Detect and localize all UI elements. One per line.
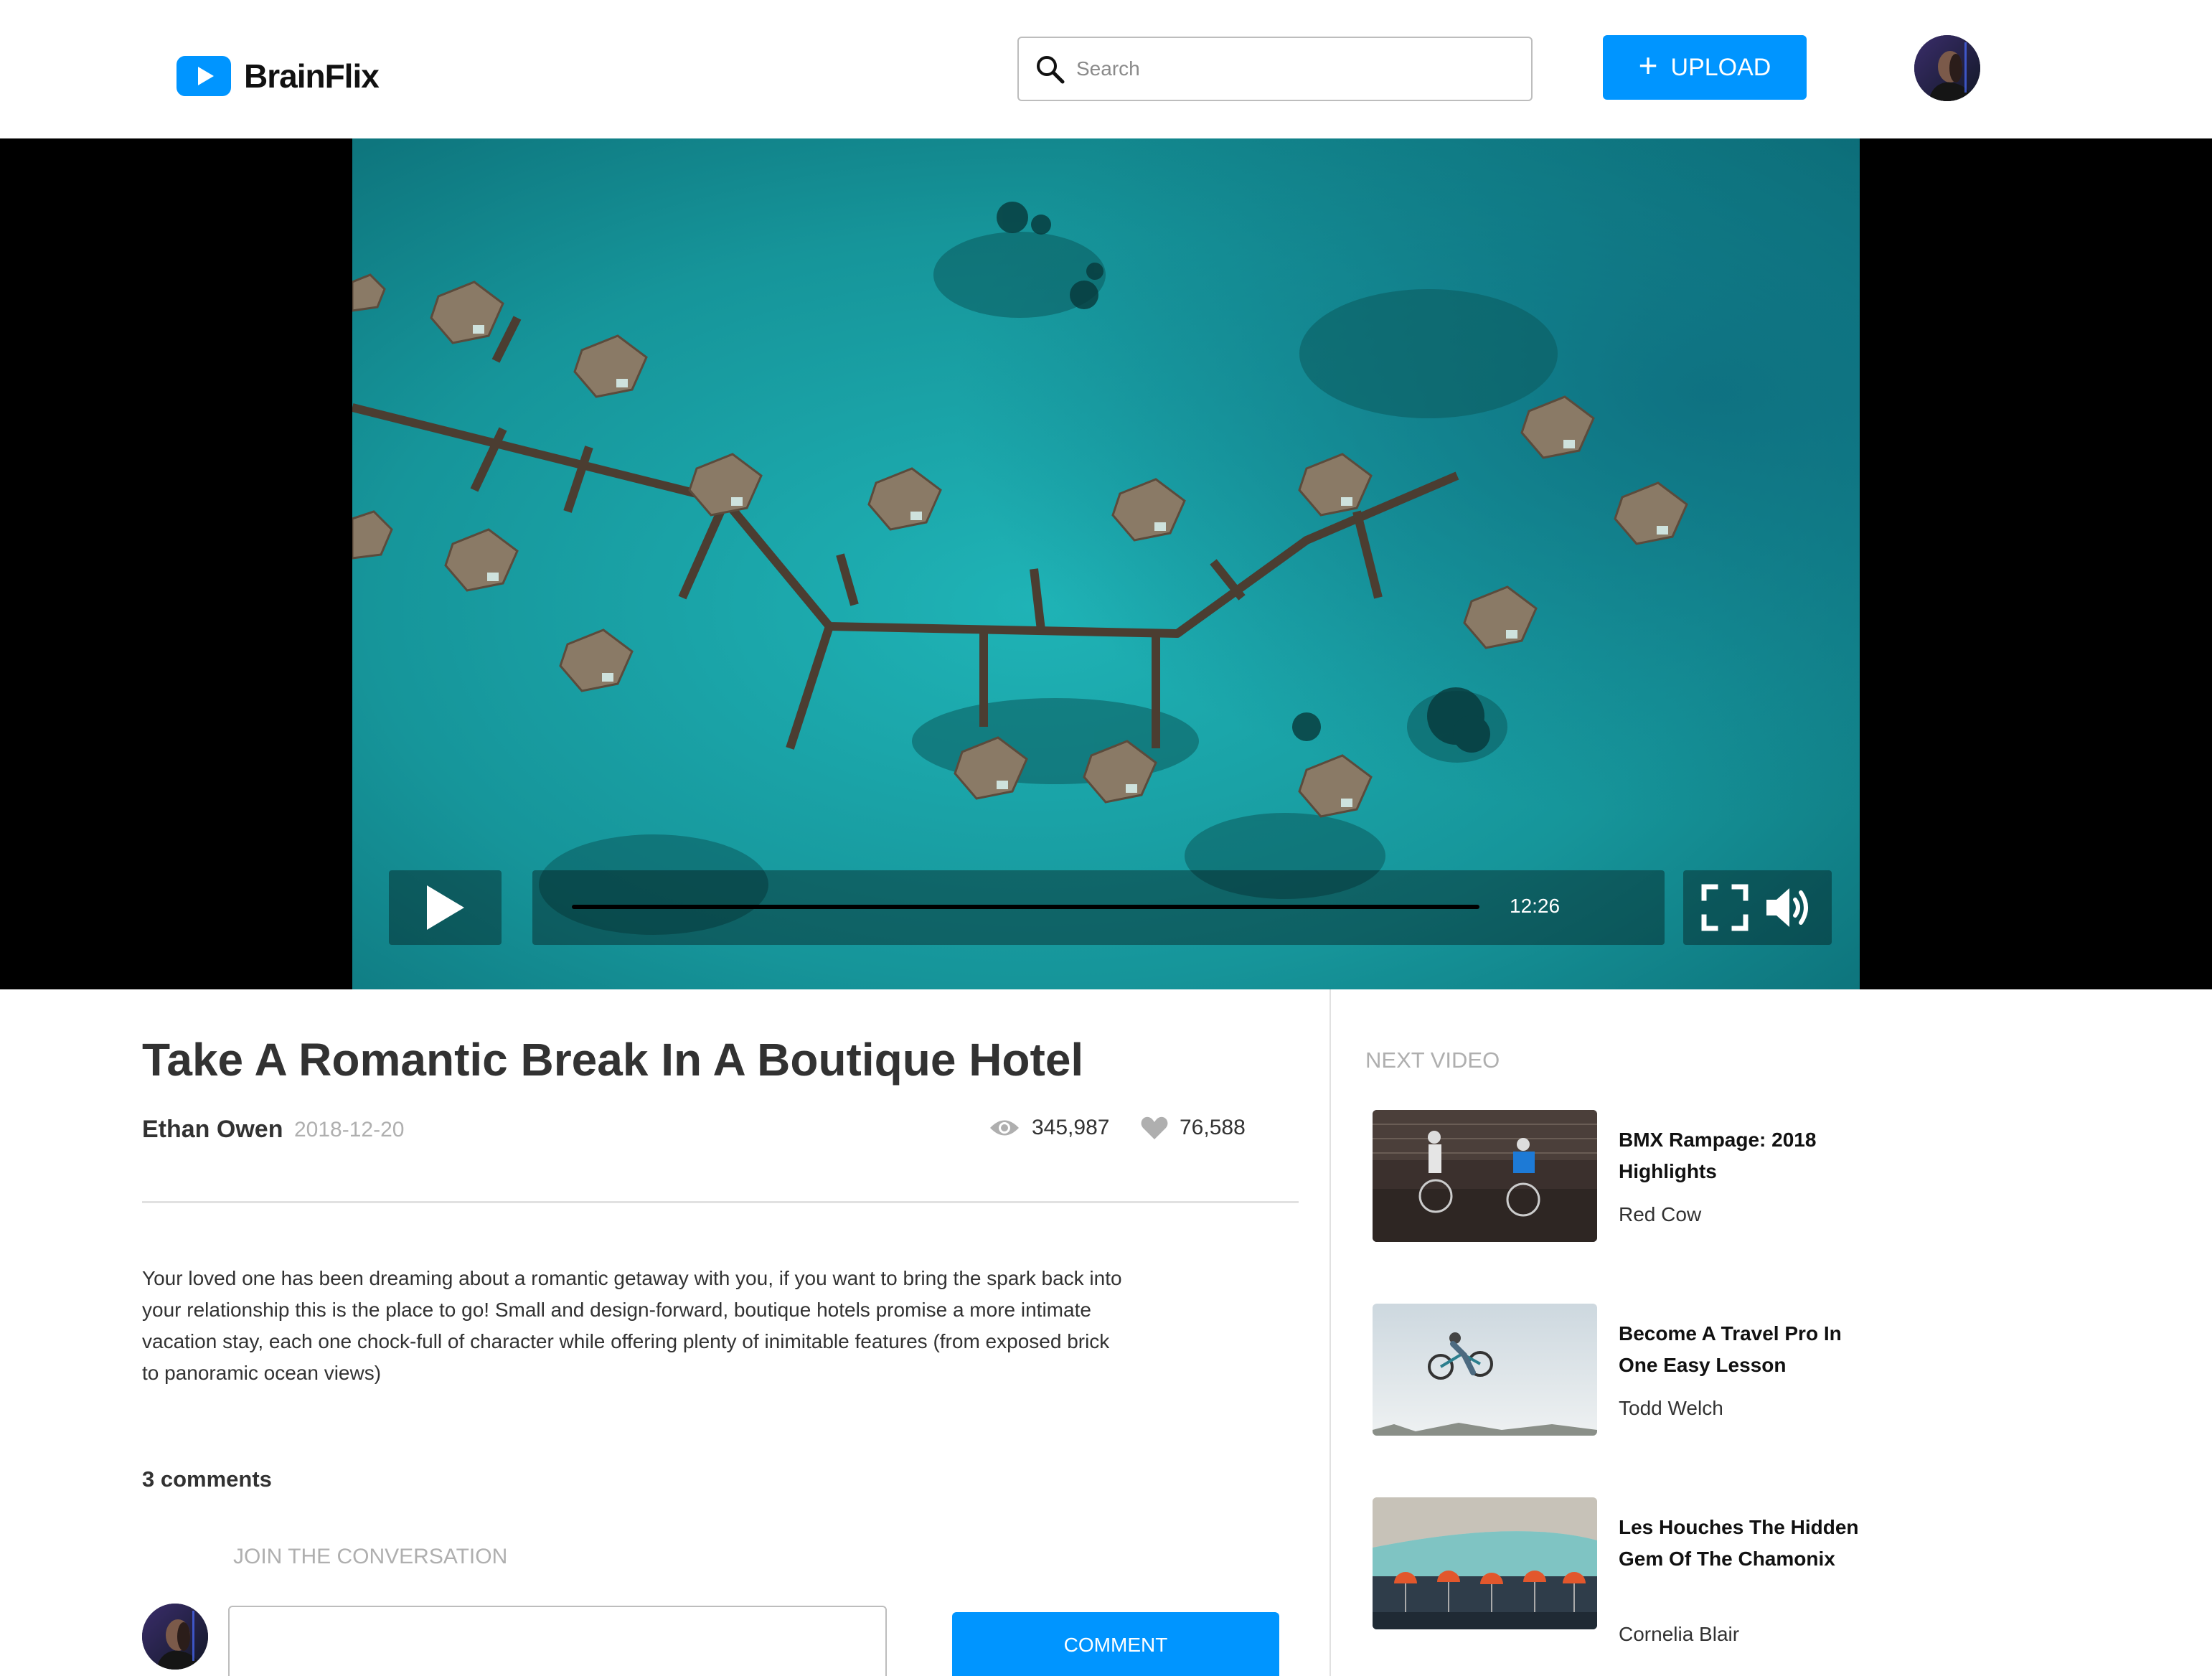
join-conversation-label: JOIN THE CONVERSATION <box>233 1545 508 1568</box>
comment-button-label: COMMENT <box>1063 1634 1168 1656</box>
next-video-title: Become A Travel Pro In One Easy Lesson <box>1619 1322 1842 1376</box>
video-thumbnail <box>1373 1304 1597 1436</box>
comments-count: 3 comments <box>142 1466 272 1492</box>
progress-track[interactable] <box>572 905 1479 909</box>
next-video-title: Les Houches The Hidden Gem Of The Chamon… <box>1619 1516 1859 1570</box>
fullscreen-icon[interactable] <box>1701 884 1749 931</box>
volume-icon[interactable] <box>1764 884 1814 931</box>
likes-count[interactable]: 76,588 <box>1141 1116 1246 1140</box>
player-tools <box>1683 870 1832 945</box>
next-video-channel: Todd Welch <box>1619 1397 1723 1419</box>
video-poster[interactable] <box>352 138 1860 989</box>
play-button[interactable] <box>389 870 502 945</box>
video-title: Take A Romantic Break In A Boutique Hote… <box>142 1034 1084 1086</box>
next-video-item[interactable]: Become A Travel Pro In One Easy Lesson T… <box>1373 1304 1875 1440</box>
eye-icon <box>990 1120 1019 1136</box>
avatar-image <box>142 1604 208 1670</box>
play-icon <box>177 56 231 96</box>
commenter-avatar <box>142 1604 208 1670</box>
next-video-item[interactable]: BMX Rampage: 2018 Highlights Red Cow <box>1373 1110 1875 1246</box>
search-input[interactable] <box>1076 38 1521 100</box>
user-avatar[interactable] <box>1914 35 1980 101</box>
upload-button[interactable]: + UPLOAD <box>1603 35 1807 100</box>
video-thumbnail <box>1373 1110 1597 1242</box>
brand-name: BrainFlix <box>244 57 380 95</box>
next-video-channel: Red Cow <box>1619 1203 1702 1225</box>
video-date: 2018-12-20 <box>294 1118 405 1141</box>
search-icon <box>1037 56 1065 84</box>
header: BrainFlix + UPLOAD <box>0 0 2212 138</box>
play-icon <box>426 885 464 930</box>
next-video-channel: Cornelia Blair <box>1619 1623 1740 1645</box>
video-thumbnail <box>1373 1497 1597 1629</box>
upload-label: UPLOAD <box>1670 53 1771 81</box>
plus-icon: + <box>1638 47 1658 84</box>
avatar-image <box>1914 35 1980 101</box>
video-author[interactable]: Ethan Owen <box>142 1116 283 1144</box>
brand-logo[interactable]: BrainFlix <box>177 56 380 96</box>
scrubber-bar: 12:26 <box>532 870 1665 945</box>
views-value: 345,987 <box>1032 1116 1110 1139</box>
next-video-title: BMX Rampage: 2018 Highlights <box>1619 1129 1817 1182</box>
heart-icon <box>1141 1116 1168 1139</box>
details-divider <box>142 1201 1299 1203</box>
likes-value: 76,588 <box>1180 1116 1246 1139</box>
search-bar[interactable] <box>1017 37 1533 101</box>
video-duration: 12:26 <box>1510 895 1561 917</box>
column-divider <box>1329 989 1331 1676</box>
views-count: 345,987 <box>989 1116 1109 1140</box>
comment-button[interactable]: COMMENT <box>952 1612 1279 1676</box>
video-description: Your loved one has been dreaming about a… <box>142 1267 1122 1384</box>
comment-input[interactable] <box>228 1606 887 1676</box>
next-video-item[interactable]: Les Houches The Hidden Gem Of The Chamon… <box>1373 1497 1875 1645</box>
next-video-heading: NEXT VIDEO <box>1365 1048 1500 1073</box>
